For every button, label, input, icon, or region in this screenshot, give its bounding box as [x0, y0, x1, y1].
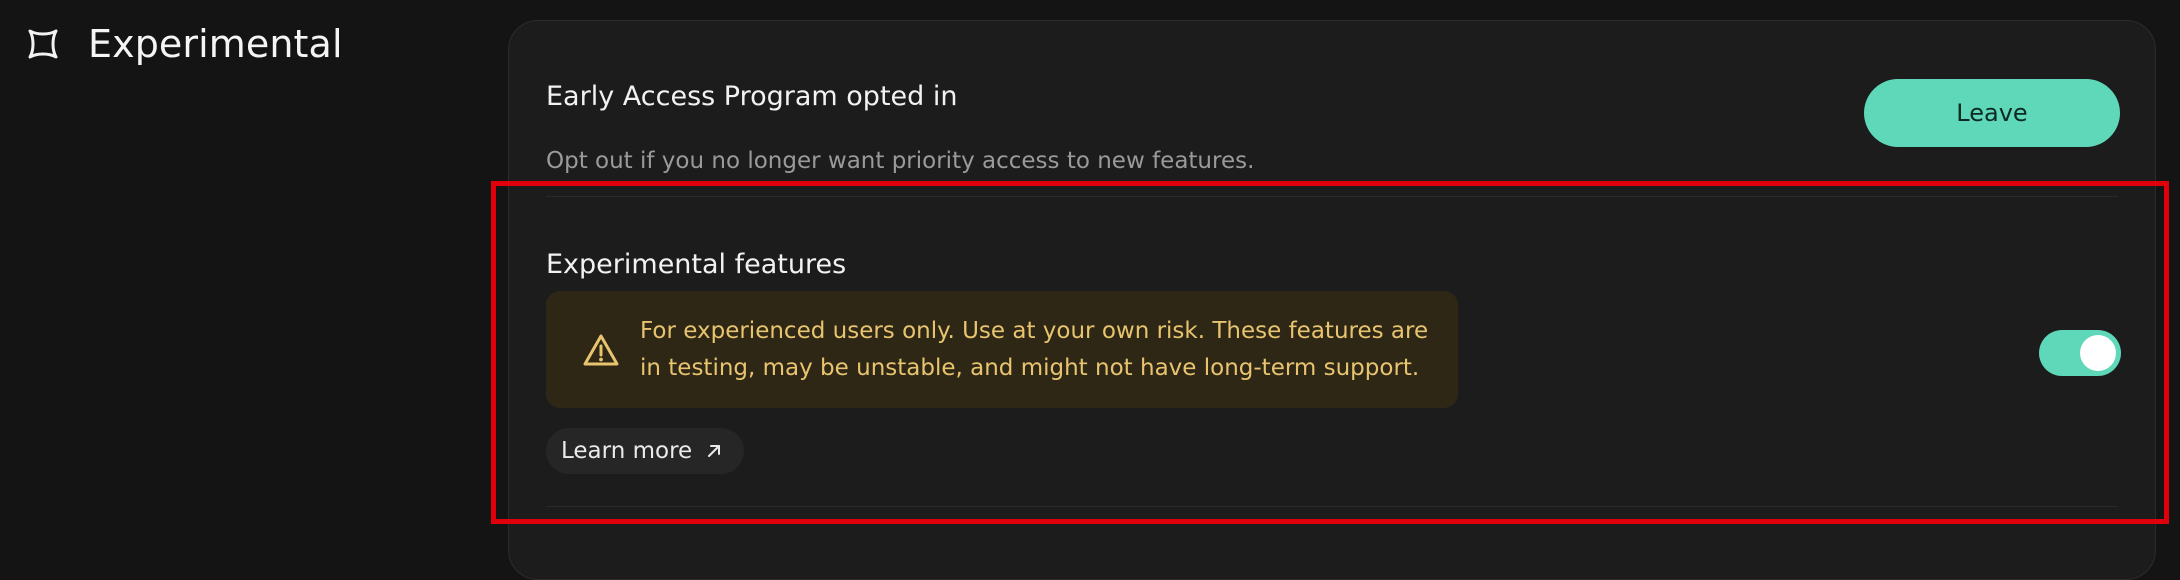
- early-access-title: Early Access Program opted in: [546, 81, 958, 112]
- divider: [546, 506, 2118, 507]
- page-title: Experimental: [88, 22, 343, 66]
- page-header: Experimental: [24, 18, 343, 70]
- divider: [546, 196, 2118, 197]
- experimental-features-toggle[interactable]: [2039, 330, 2121, 376]
- warning-triangle-icon: [582, 331, 620, 369]
- warning-banner: For experienced users only. Use at your …: [546, 291, 1458, 408]
- leave-button[interactable]: Leave: [1864, 79, 2120, 147]
- toggle-knob: [2080, 335, 2116, 371]
- experimental-features-title: Experimental features: [546, 249, 847, 280]
- sparkle-icon: [24, 25, 62, 63]
- learn-more-label: Learn more: [561, 438, 693, 464]
- settings-card: Early Access Program opted in Opt out if…: [508, 20, 2156, 580]
- external-arrow-icon: [706, 443, 722, 459]
- warning-text: For experienced users only. Use at your …: [640, 318, 1429, 381]
- learn-more-link[interactable]: Learn more: [546, 428, 745, 474]
- early-access-description: Opt out if you no longer want priority a…: [546, 148, 1255, 174]
